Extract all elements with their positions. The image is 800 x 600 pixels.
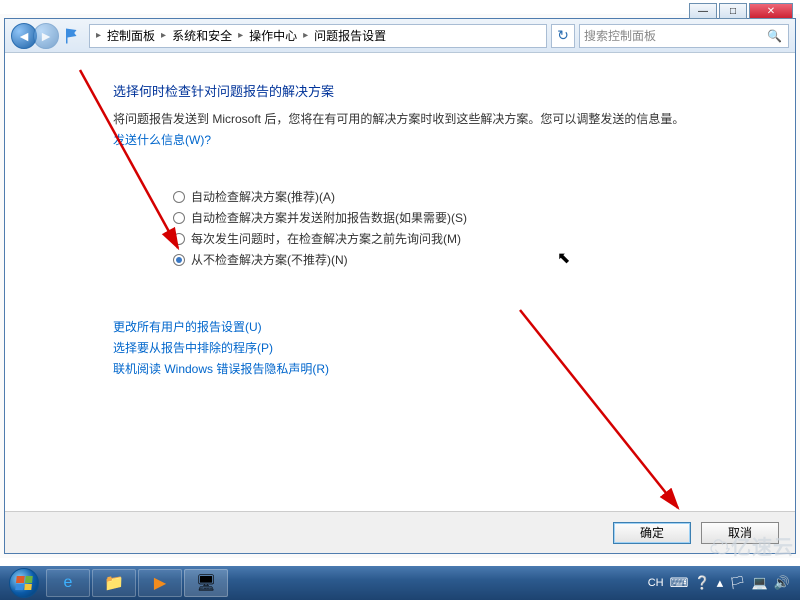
action-center-flag-icon: [63, 27, 81, 45]
navigation-bar: ◄ ► ▸ 控制面板▸ 系统和安全▸ 操作中心▸ 问题报告设置 ↻ 搜索控制面板…: [5, 19, 795, 53]
breadcrumb-item[interactable]: 控制面板: [103, 27, 159, 44]
taskbar-media[interactable]: ▶: [138, 569, 182, 597]
forward-button: ►: [33, 23, 59, 49]
taskbar-ie[interactable]: e: [46, 569, 90, 597]
tray-flag-icon[interactable]: 🏳: [729, 575, 746, 591]
tray-help-icon[interactable]: ❔: [694, 575, 710, 591]
link-exclude-programs[interactable]: 选择要从报告中排除的程序(P): [113, 339, 795, 356]
search-icon: 🔍: [767, 29, 782, 43]
ime-indicator[interactable]: CH: [648, 577, 664, 589]
folder-icon: 📁: [104, 573, 124, 593]
radio-auto-send[interactable]: [173, 212, 185, 224]
maximize-button[interactable]: □: [719, 3, 747, 19]
control-panel-window: — □ ✕ ◄ ► ▸ 控制面板▸ 系统和安全▸ 操作中心▸ 问题报告设置 ↻ …: [4, 18, 796, 554]
radio-group: 自动检查解决方案(推荐)(A) 自动检查解决方案并发送附加报告数据(如果需要)(…: [173, 188, 795, 268]
breadcrumb-item[interactable]: 操作中心: [245, 27, 301, 44]
radio-never-check[interactable]: [173, 254, 185, 266]
media-icon: ▶: [154, 573, 166, 593]
link-all-users[interactable]: 更改所有用户的报告设置(U): [113, 318, 795, 335]
page-description: 将问题报告发送到 Microsoft 后，您将在有可用的解决方案时收到这些解决方…: [113, 110, 795, 127]
tray-keyboard-icon[interactable]: ⌨: [670, 575, 689, 591]
minimize-button[interactable]: —: [689, 3, 717, 19]
close-button[interactable]: ✕: [749, 3, 793, 19]
radio-label: 自动检查解决方案(推荐)(A): [191, 188, 335, 205]
radio-ask-each[interactable]: [173, 233, 185, 245]
radio-label: 每次发生问题时，在检查解决方案之前先询问我(M): [191, 230, 461, 247]
ok-button[interactable]: 确定: [613, 522, 691, 544]
radio-label: 自动检查解决方案并发送附加报告数据(如果需要)(S): [191, 209, 467, 226]
taskbar: e 📁 ▶ 🖥 CH ⌨ ❔ ▴ 🏳 💻 🔊: [0, 566, 800, 600]
ie-icon: e: [64, 574, 73, 592]
tray-network-icon[interactable]: 💻: [752, 575, 768, 591]
breadcrumb-item[interactable]: 系统和安全: [168, 27, 236, 44]
watermark: ☁亿速云: [710, 531, 794, 560]
tray-chevron-icon[interactable]: ▴: [717, 575, 724, 591]
taskbar-explorer[interactable]: 📁: [92, 569, 136, 597]
link-privacy[interactable]: 联机阅读 Windows 错误报告隐私声明(R): [113, 360, 795, 377]
search-input[interactable]: 搜索控制面板 🔍: [579, 24, 789, 48]
radio-auto-check[interactable]: [173, 191, 185, 203]
page-content: 选择何时检查针对问题报告的解决方案 将问题报告发送到 Microsoft 后，您…: [5, 53, 795, 377]
page-heading: 选择何时检查针对问题报告的解决方案: [113, 81, 795, 100]
info-link[interactable]: 发送什么信息(W)?: [113, 131, 795, 148]
search-placeholder: 搜索控制面板: [584, 27, 656, 44]
refresh-button[interactable]: ↻: [551, 24, 575, 48]
start-button[interactable]: [4, 566, 44, 600]
radio-label: 从不检查解决方案(不推荐)(N): [191, 251, 348, 268]
dialog-footer: 确定 取消: [5, 511, 795, 553]
breadcrumb-item[interactable]: 问题报告设置: [310, 27, 390, 44]
control-panel-icon: 🖥: [196, 573, 216, 593]
tray-volume-icon[interactable]: 🔊: [774, 575, 790, 591]
address-breadcrumb[interactable]: ▸ 控制面板▸ 系统和安全▸ 操作中心▸ 问题报告设置: [89, 24, 547, 48]
taskbar-control-panel[interactable]: 🖥: [184, 569, 228, 597]
